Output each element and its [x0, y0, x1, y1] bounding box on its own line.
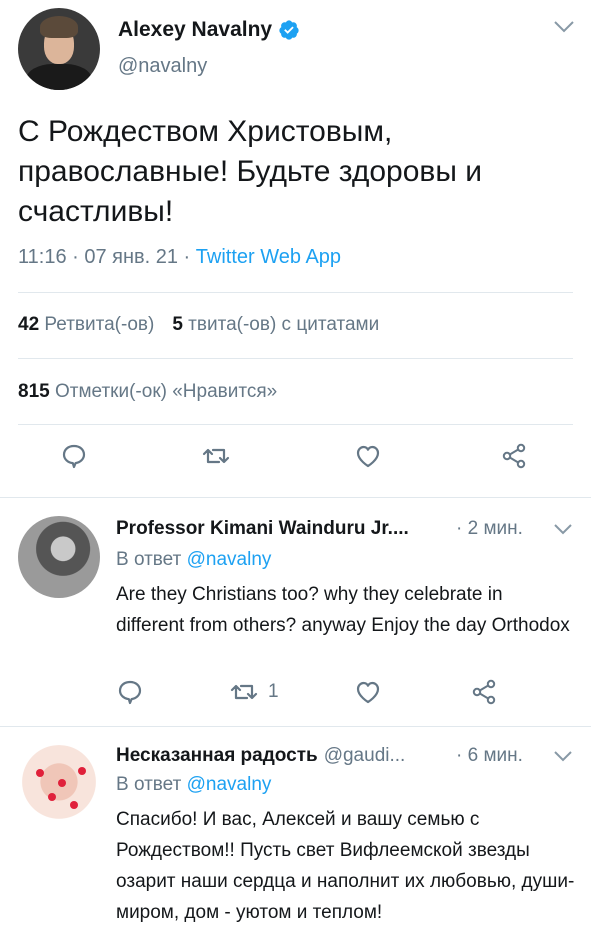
- share-icon: [472, 679, 496, 705]
- reply-text: Are they Christians too? why they celebr…: [116, 584, 570, 636]
- share-button[interactable]: [470, 678, 498, 706]
- retweet-stats: 42 Ретвита(-ов) 5 твита(-ов) с цитатами: [18, 314, 379, 336]
- reply-to-prefix: В ответ: [116, 549, 187, 570]
- retweets-count: 42: [18, 314, 40, 335]
- reply-author-name[interactable]: Несказанная радость: [116, 745, 318, 767]
- reply-to-mention[interactable]: @navalny: [187, 549, 272, 570]
- quotes-label: твита(-ов) с цитатами: [188, 314, 380, 335]
- divider: [18, 358, 573, 359]
- reply-to-mention[interactable]: @navalny: [187, 774, 272, 795]
- avatar[interactable]: [18, 745, 100, 827]
- retweet-button[interactable]: [202, 442, 230, 470]
- chevron-down-icon[interactable]: [553, 523, 573, 535]
- likes-stat[interactable]: 815 Отметки(-ок) «Нравится»: [18, 381, 277, 403]
- share-button[interactable]: [500, 442, 528, 470]
- reply-tweet[interactable]: Несказанная радость @gaudi... · 6 мин. В…: [0, 727, 591, 952]
- like-icon: [356, 445, 380, 468]
- retweets-stat[interactable]: 42 Ретвита(-ов): [18, 314, 154, 336]
- like-button[interactable]: [354, 678, 382, 706]
- reply-to-prefix: В ответ: [116, 774, 187, 795]
- reply-button[interactable]: [116, 678, 144, 706]
- reply-author-row: Несказанная радость @gaudi...: [116, 745, 405, 767]
- reply-icon: [62, 444, 86, 469]
- reply-button[interactable]: [60, 442, 88, 470]
- reply-author-handle[interactable]: @gaudi...: [324, 745, 406, 767]
- main-tweet: Alexey Navalny @navalny С Рождеством Хри…: [0, 0, 591, 497]
- reply-text: Спасибо! И вас, Алексей и вашу семью с Р…: [116, 809, 575, 923]
- reply-icon: [118, 680, 142, 705]
- divider: [18, 424, 573, 425]
- chevron-down-icon[interactable]: [553, 750, 573, 762]
- author-handle[interactable]: @navalny: [118, 55, 207, 78]
- reply-tweet[interactable]: Professor Kimani Wainduru Jr.... · 2 мин…: [0, 498, 591, 726]
- tweet-actions: [0, 442, 591, 482]
- reply-to-line: В ответ @navalny: [116, 774, 271, 796]
- reply-time: · 6 мин.: [456, 745, 523, 766]
- share-icon: [502, 443, 526, 469]
- avatar[interactable]: [18, 516, 100, 598]
- verified-icon: [279, 20, 299, 40]
- tweet-text: С Рождеством Христовым, православные! Бу…: [18, 115, 483, 228]
- reply-actions: 1: [0, 678, 591, 718]
- retweet-icon: [230, 684, 258, 700]
- like-icon: [356, 681, 380, 704]
- tweet-time: 11:16 · 07 янв. 21 ·: [18, 246, 196, 268]
- retweet-icon: [202, 448, 230, 464]
- reply-time: · 2 мин.: [456, 518, 523, 539]
- quotes-stat[interactable]: 5 твита(-ов) с цитатами: [172, 314, 379, 336]
- reply-to-line: В ответ @navalny: [116, 549, 271, 571]
- tweet-meta: 11:16 · 07 янв. 21 · Twitter Web App: [18, 246, 341, 269]
- avatar[interactable]: [18, 8, 100, 90]
- author-name[interactable]: Alexey Navalny: [118, 18, 272, 42]
- likes-label: Отметки(-ок) «Нравится»: [54, 381, 278, 402]
- divider: [18, 292, 573, 293]
- reply-author-row: Professor Kimani Wainduru Jr....: [116, 518, 409, 540]
- tweet-app-link[interactable]: Twitter Web App: [196, 246, 341, 268]
- retweet-count: 1: [268, 681, 279, 702]
- like-button[interactable]: [354, 442, 382, 470]
- retweets-label: Ретвита(-ов): [44, 314, 155, 335]
- likes-count: 815: [18, 381, 50, 402]
- retweet-button[interactable]: 1: [230, 678, 279, 706]
- reply-author-name[interactable]: Professor Kimani Wainduru Jr....: [116, 518, 409, 540]
- author-name-row[interactable]: Alexey Navalny: [118, 18, 300, 42]
- chevron-down-icon[interactable]: [553, 20, 575, 34]
- quotes-count: 5: [172, 314, 183, 335]
